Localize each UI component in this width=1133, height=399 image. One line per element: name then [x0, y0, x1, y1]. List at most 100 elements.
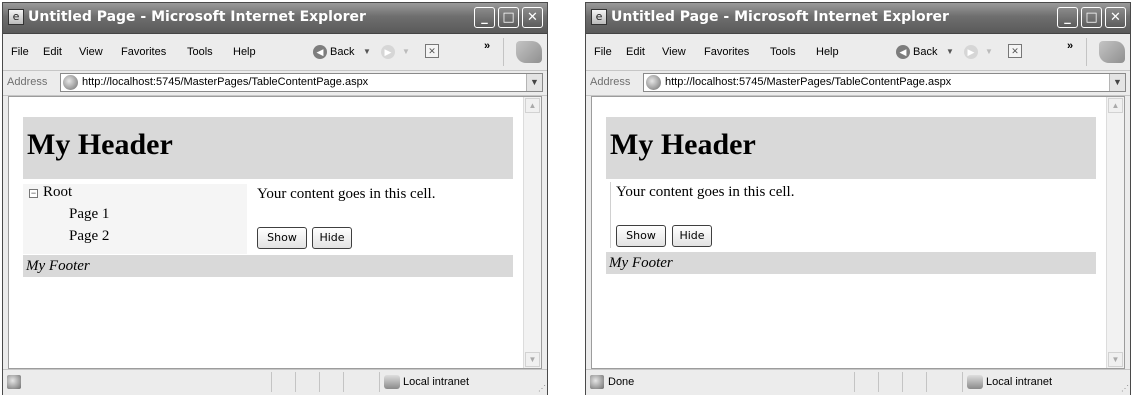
menu-edit[interactable]: Edit [43, 46, 62, 58]
close-button[interactable]: ✕ [522, 7, 543, 28]
forward-dropdown-icon[interactable]: ▼ [985, 47, 993, 56]
page-icon [646, 75, 661, 90]
status-divider [902, 372, 903, 392]
menu-view[interactable]: View [79, 46, 103, 58]
windows-logo-icon [1099, 41, 1125, 63]
page-viewport: My Header Your content goes in this cell… [591, 96, 1125, 369]
back-dropdown-icon[interactable]: ▼ [363, 47, 371, 56]
show-button[interactable]: Show [257, 227, 307, 249]
status-divider [295, 372, 296, 392]
menu-favorites[interactable]: Favorites [121, 46, 166, 58]
treeview: − Root Page 1 Page 2 [23, 184, 247, 254]
page-title: My Header [27, 128, 173, 161]
maximize-icon: □ [1085, 10, 1098, 25]
back-button[interactable]: Back [913, 46, 937, 58]
menu-file[interactable]: File [594, 46, 612, 58]
page-icon [63, 75, 78, 90]
toolbar-chevron[interactable]: » [1067, 40, 1073, 52]
close-icon: ✕ [1110, 10, 1121, 25]
address-bar: Address http://localhost:5745/MasterPage… [586, 71, 1130, 96]
address-input[interactable]: http://localhost:5745/MasterPages/TableC… [60, 73, 543, 92]
vertical-scrollbar[interactable]: ▲ ▼ [1106, 97, 1124, 368]
tree-node-page-1[interactable]: Page 1 [69, 206, 109, 223]
menu-edit[interactable]: Edit [626, 46, 645, 58]
close-icon: ✕ [527, 10, 538, 25]
scroll-down-icon[interactable]: ▼ [525, 352, 540, 367]
window-title: Untitled Page - Microsoft Internet Explo… [611, 9, 949, 25]
page-status-icon [7, 375, 21, 389]
menu-bar: File Edit View Favorites Tools Help ◀ Ba… [586, 34, 1130, 71]
maximize-button[interactable]: □ [1081, 7, 1102, 28]
menu-tools[interactable]: Tools [187, 46, 213, 58]
back-arrow-icon[interactable]: ◀ [313, 45, 327, 59]
menu-favorites[interactable]: Favorites [704, 46, 749, 58]
forward-dropdown-icon[interactable]: ▼ [402, 47, 410, 56]
forward-arrow-icon[interactable]: ▶ [381, 45, 395, 59]
address-url[interactable]: http://localhost:5745/MasterPages/TableC… [82, 76, 368, 88]
page-footer: My Footer [606, 252, 1096, 274]
show-button[interactable]: Show [616, 225, 666, 247]
menu-tools[interactable]: Tools [770, 46, 796, 58]
minimize-icon: _ [481, 10, 488, 25]
scroll-up-icon[interactable]: ▲ [525, 98, 540, 113]
hide-button[interactable]: Hide [312, 227, 352, 249]
zone-text: Local intranet [986, 376, 1053, 388]
stop-icon[interactable]: ✕ [1008, 44, 1022, 58]
back-dropdown-icon[interactable]: ▼ [946, 47, 954, 56]
content-text: Your content goes in this cell. [616, 184, 795, 200]
page-header: My Header [606, 117, 1096, 179]
windows-logo-icon [516, 41, 542, 63]
address-bar: Address http://localhost:5745/MasterPage… [3, 71, 547, 96]
resize-grip-icon[interactable]: ⋰ [538, 384, 546, 393]
toolbar-divider [1086, 38, 1087, 66]
minimize-button[interactable]: _ [1057, 7, 1078, 28]
status-divider [854, 372, 855, 392]
tree-node-page-2[interactable]: Page 2 [69, 228, 109, 245]
footer-text: My Footer [609, 255, 673, 271]
forward-arrow-icon[interactable]: ▶ [964, 45, 978, 59]
toolbar-chevron[interactable]: » [484, 40, 490, 52]
maximize-button[interactable]: □ [498, 7, 519, 28]
address-url[interactable]: http://localhost:5745/MasterPages/TableC… [665, 76, 951, 88]
tree-node-root[interactable]: Root [43, 184, 72, 201]
scroll-down-icon[interactable]: ▼ [1108, 352, 1123, 367]
hide-button[interactable]: Hide [672, 225, 712, 247]
back-arrow-icon[interactable]: ◀ [896, 45, 910, 59]
intranet-icon [967, 375, 983, 389]
status-divider [319, 372, 320, 392]
vertical-scrollbar[interactable]: ▲ ▼ [523, 97, 541, 368]
status-divider [271, 372, 272, 392]
footer-text: My Footer [26, 258, 90, 274]
menu-file[interactable]: File [11, 46, 29, 58]
stop-icon[interactable]: ✕ [425, 44, 439, 58]
address-label: Address [590, 76, 631, 88]
address-label: Address [7, 76, 48, 88]
toolbar-divider [503, 38, 504, 66]
status-divider [343, 372, 344, 392]
back-button[interactable]: Back [330, 46, 354, 58]
address-dropdown-icon[interactable]: ▼ [526, 74, 542, 91]
minimize-icon: _ [1064, 10, 1071, 25]
maximize-icon: □ [502, 10, 515, 25]
address-dropdown-icon[interactable]: ▼ [1109, 74, 1125, 91]
window-title: Untitled Page - Microsoft Internet Explo… [28, 9, 366, 25]
minimize-button[interactable]: _ [474, 7, 495, 28]
close-button[interactable]: ✕ [1105, 7, 1126, 28]
menu-help[interactable]: Help [233, 46, 256, 58]
address-input[interactable]: http://localhost:5745/MasterPages/TableC… [643, 73, 1126, 92]
status-divider [379, 372, 380, 392]
title-bar[interactable]: e Untitled Page - Microsoft Internet Exp… [586, 3, 1130, 34]
content-text: Your content goes in this cell. [257, 186, 436, 202]
menu-view[interactable]: View [662, 46, 686, 58]
intranet-icon [384, 375, 400, 389]
status-divider [926, 372, 927, 392]
zone-text: Local intranet [403, 376, 470, 388]
collapse-icon[interactable]: − [29, 189, 38, 198]
scroll-up-icon[interactable]: ▲ [1108, 98, 1123, 113]
menu-help[interactable]: Help [816, 46, 839, 58]
resize-grip-icon[interactable]: ⋰ [1121, 384, 1129, 393]
page-header: My Header [23, 117, 513, 179]
title-bar[interactable]: e Untitled Page - Microsoft Internet Exp… [3, 3, 547, 34]
ie-window-right: e Untitled Page - Microsoft Internet Exp… [585, 2, 1131, 395]
ie-page-icon: e [591, 9, 607, 25]
